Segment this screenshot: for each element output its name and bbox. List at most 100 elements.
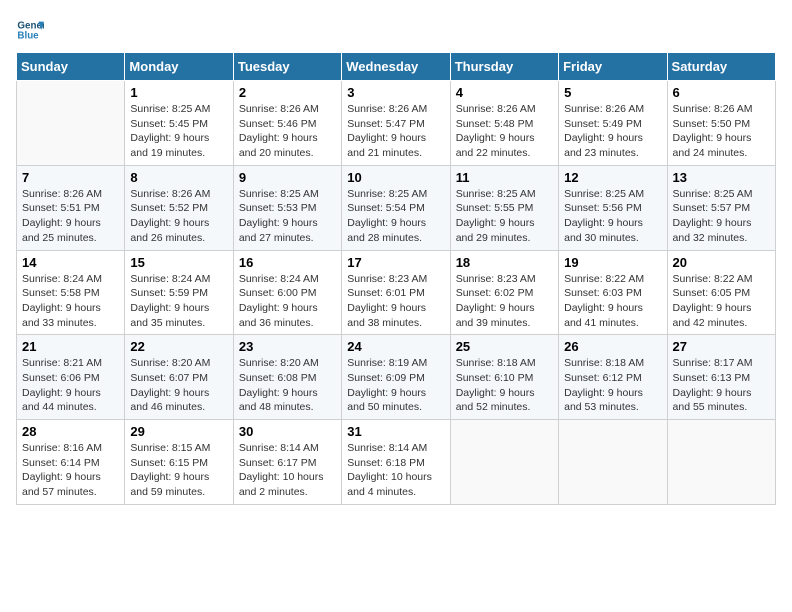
calendar-cell: 11 Sunrise: 8:25 AMSunset: 5:55 PMDayligh…: [450, 165, 558, 250]
day-info: Sunrise: 8:14 AMSunset: 6:17 PMDaylight:…: [239, 441, 336, 500]
calendar-cell: 3 Sunrise: 8:26 AMSunset: 5:47 PMDaylight…: [342, 81, 450, 166]
day-number: 25: [456, 339, 553, 354]
day-info: Sunrise: 8:26 AMSunset: 5:48 PMDaylight:…: [456, 102, 553, 161]
day-number: 8: [130, 170, 227, 185]
calendar-cell: 4 Sunrise: 8:26 AMSunset: 5:48 PMDaylight…: [450, 81, 558, 166]
day-number: 20: [673, 255, 770, 270]
calendar-header-row: SundayMondayTuesdayWednesdayThursdayFrid…: [17, 53, 776, 81]
day-header-monday: Monday: [125, 53, 233, 81]
day-number: 21: [22, 339, 119, 354]
calendar-cell: 19Sunrise: 8:22 AMSunset: 6:03 PMDayligh…: [559, 250, 667, 335]
day-info: Sunrise: 8:24 AMSunset: 5:58 PMDaylight:…: [22, 272, 119, 331]
day-info: Sunrise: 8:25 AMSunset: 5:55 PMDaylight:…: [456, 187, 553, 246]
day-number: 2: [239, 85, 336, 100]
svg-text:Blue: Blue: [17, 30, 39, 41]
calendar-cell: 20 Sunrise: 8:22 AMSunset: 6:05 PMDayligh…: [667, 250, 775, 335]
day-header-thursday: Thursday: [450, 53, 558, 81]
calendar-body: 1Sunrise: 8:25 AMSunset: 5:45 PMDaylight…: [17, 81, 776, 505]
calendar-cell: [667, 420, 775, 505]
day-number: 27: [673, 339, 770, 354]
day-number: 3: [347, 85, 444, 100]
calendar-cell: 28Sunrise: 8:16 AMSunset: 6:14 PMDayligh…: [17, 420, 125, 505]
day-info: Sunrise: 8:25 AMSunset: 5:56 PMDaylight:…: [564, 187, 661, 246]
day-info: Sunrise: 8:23 AMSunset: 6:01 PMDaylight:…: [347, 272, 444, 331]
day-info: Sunrise: 8:21 AMSunset: 6:06 PMDaylight:…: [22, 356, 119, 415]
day-number: 9: [239, 170, 336, 185]
calendar-cell: 25 Sunrise: 8:18 AMSunset: 6:10 PMDayligh…: [450, 335, 558, 420]
calendar-cell: [17, 81, 125, 166]
day-number: 7: [22, 170, 119, 185]
calendar-cell: 9Sunrise: 8:25 AMSunset: 5:53 PMDaylight…: [233, 165, 341, 250]
day-info: Sunrise: 8:26 AMSunset: 5:52 PMDaylight:…: [130, 187, 227, 246]
day-info: Sunrise: 8:18 AMSunset: 6:12 PMDaylight:…: [564, 356, 661, 415]
day-number: 4: [456, 85, 553, 100]
day-number: 1: [130, 85, 227, 100]
day-header-saturday: Saturday: [667, 53, 775, 81]
logo: General Blue: [16, 16, 48, 44]
calendar-cell: 23 Sunrise: 8:20 AMSunset: 6:08 PMDayligh…: [233, 335, 341, 420]
calendar-cell: 13 Sunrise: 8:25 AMSunset: 5:57 PMDayligh…: [667, 165, 775, 250]
calendar-cell: 29Sunrise: 8:15 AMSunset: 6:15 PMDayligh…: [125, 420, 233, 505]
day-header-tuesday: Tuesday: [233, 53, 341, 81]
day-info: Sunrise: 8:26 AMSunset: 5:49 PMDaylight:…: [564, 102, 661, 161]
day-info: Sunrise: 8:26 AMSunset: 5:47 PMDaylight:…: [347, 102, 444, 161]
day-number: 24: [347, 339, 444, 354]
day-number: 30: [239, 424, 336, 439]
calendar-cell: 5 Sunrise: 8:26 AMSunset: 5:49 PMDaylight…: [559, 81, 667, 166]
day-info: Sunrise: 8:22 AMSunset: 6:05 PMDaylight:…: [673, 272, 770, 331]
day-number: 14: [22, 255, 119, 270]
day-number: 28: [22, 424, 119, 439]
week-row-3: 21 Sunrise: 8:21 AMSunset: 6:06 PMDayligh…: [17, 335, 776, 420]
calendar-cell: 30 Sunrise: 8:14 AMSunset: 6:17 PMDayligh…: [233, 420, 341, 505]
day-number: 29: [130, 424, 227, 439]
calendar-table: SundayMondayTuesdayWednesdayThursdayFrid…: [16, 52, 776, 505]
calendar-cell: [450, 420, 558, 505]
day-header-sunday: Sunday: [17, 53, 125, 81]
day-number: 31: [347, 424, 444, 439]
day-header-friday: Friday: [559, 53, 667, 81]
day-number: 16: [239, 255, 336, 270]
day-info: Sunrise: 8:14 AMSunset: 6:18 PMDaylight:…: [347, 441, 444, 500]
day-number: 26: [564, 339, 661, 354]
day-info: Sunrise: 8:18 AMSunset: 6:10 PMDaylight:…: [456, 356, 553, 415]
calendar-cell: 2 Sunrise: 8:26 AMSunset: 5:46 PMDaylight…: [233, 81, 341, 166]
day-number: 6: [673, 85, 770, 100]
day-info: Sunrise: 8:23 AMSunset: 6:02 PMDaylight:…: [456, 272, 553, 331]
day-number: 13: [673, 170, 770, 185]
day-info: Sunrise: 8:22 AMSunset: 6:03 PMDaylight:…: [564, 272, 661, 331]
day-header-wednesday: Wednesday: [342, 53, 450, 81]
week-row-2: 14 Sunrise: 8:24 AMSunset: 5:58 PMDayligh…: [17, 250, 776, 335]
day-info: Sunrise: 8:19 AMSunset: 6:09 PMDaylight:…: [347, 356, 444, 415]
calendar-cell: 6 Sunrise: 8:26 AMSunset: 5:50 PMDaylight…: [667, 81, 775, 166]
calendar-cell: [559, 420, 667, 505]
calendar-cell: 15 Sunrise: 8:24 AMSunset: 5:59 PMDayligh…: [125, 250, 233, 335]
week-row-1: 7 Sunrise: 8:26 AMSunset: 5:51 PMDaylight…: [17, 165, 776, 250]
day-info: Sunrise: 8:25 AMSunset: 5:54 PMDaylight:…: [347, 187, 444, 246]
calendar-cell: 27Sunrise: 8:17 AMSunset: 6:13 PMDayligh…: [667, 335, 775, 420]
week-row-4: 28Sunrise: 8:16 AMSunset: 6:14 PMDayligh…: [17, 420, 776, 505]
calendar-cell: 18Sunrise: 8:23 AMSunset: 6:02 PMDayligh…: [450, 250, 558, 335]
day-info: Sunrise: 8:24 AMSunset: 6:00 PMDaylight:…: [239, 272, 336, 331]
day-info: Sunrise: 8:20 AMSunset: 6:08 PMDaylight:…: [239, 356, 336, 415]
day-info: Sunrise: 8:26 AMSunset: 5:50 PMDaylight:…: [673, 102, 770, 161]
day-number: 5: [564, 85, 661, 100]
calendar-cell: 24 Sunrise: 8:19 AMSunset: 6:09 PMDayligh…: [342, 335, 450, 420]
day-number: 15: [130, 255, 227, 270]
day-info: Sunrise: 8:26 AMSunset: 5:51 PMDaylight:…: [22, 187, 119, 246]
day-info: Sunrise: 8:25 AMSunset: 5:57 PMDaylight:…: [673, 187, 770, 246]
calendar-cell: 1Sunrise: 8:25 AMSunset: 5:45 PMDaylight…: [125, 81, 233, 166]
calendar-cell: 21 Sunrise: 8:21 AMSunset: 6:06 PMDayligh…: [17, 335, 125, 420]
day-info: Sunrise: 8:26 AMSunset: 5:46 PMDaylight:…: [239, 102, 336, 161]
logo-icon: General Blue: [16, 16, 44, 44]
page-header: General Blue: [16, 16, 776, 44]
calendar-cell: 8 Sunrise: 8:26 AMSunset: 5:52 PMDaylight…: [125, 165, 233, 250]
day-number: 11: [456, 170, 553, 185]
day-info: Sunrise: 8:24 AMSunset: 5:59 PMDaylight:…: [130, 272, 227, 331]
calendar-cell: 31 Sunrise: 8:14 AMSunset: 6:18 PMDayligh…: [342, 420, 450, 505]
calendar-cell: 26 Sunrise: 8:18 AMSunset: 6:12 PMDayligh…: [559, 335, 667, 420]
day-number: 17: [347, 255, 444, 270]
calendar-cell: 14 Sunrise: 8:24 AMSunset: 5:58 PMDayligh…: [17, 250, 125, 335]
day-info: Sunrise: 8:20 AMSunset: 6:07 PMDaylight:…: [130, 356, 227, 415]
day-number: 12: [564, 170, 661, 185]
day-number: 23: [239, 339, 336, 354]
